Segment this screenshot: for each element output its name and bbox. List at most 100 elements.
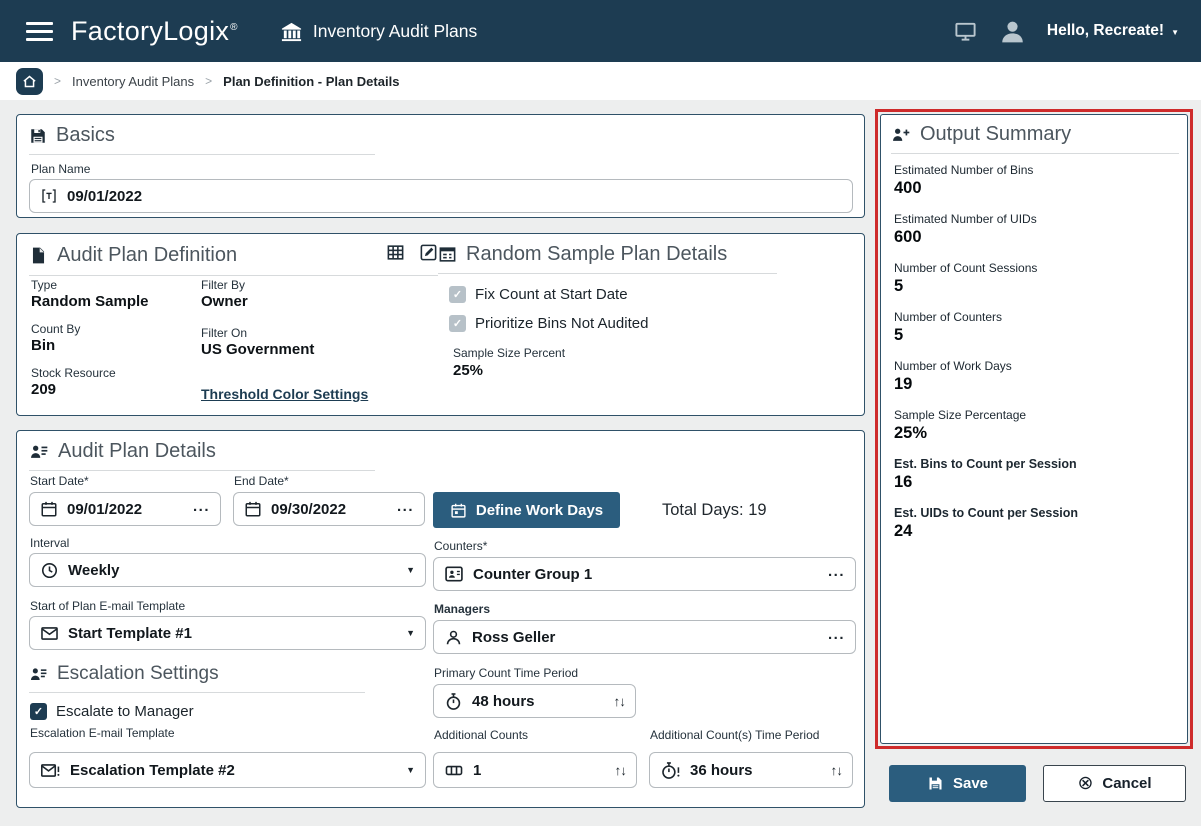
escalation-header: Escalation Settings (29, 663, 365, 693)
floppy-icon (29, 127, 47, 145)
total-days-text: Total Days: 19 (662, 501, 767, 520)
output-summary-highlight: Output Summary Estimated Number of Bins4… (875, 109, 1193, 749)
output-item: Number of Counters5 (894, 310, 1177, 345)
app-logo: FactoryLogix® (71, 16, 238, 47)
details-title: Audit Plan Details (58, 440, 216, 463)
escalation-template-caret-icon: ▼ (406, 765, 415, 775)
start-template-caret-icon: ▼ (406, 628, 415, 638)
fix-count-checkbox-row: ✓ Fix Count at Start Date (449, 286, 628, 303)
breadcrumb-level1[interactable]: Inventory Audit Plans (72, 74, 194, 89)
stock-resource-value: 209 (31, 381, 56, 398)
escalation-template-select[interactable]: Escalation Template #2 ▼ (29, 752, 426, 788)
managers-value: Ross Geller (472, 629, 555, 646)
start-template-label: Start of Plan E-mail Template (30, 599, 185, 613)
additional-period-arrows-icon[interactable]: ↑↓ (831, 763, 843, 778)
output-item: Est. UIDs to Count per Session24 (894, 506, 1177, 541)
escalation-template-label: Escalation E-mail Template (30, 726, 175, 740)
prioritize-checkbox-row: ✓ Prioritize Bins Not Audited (449, 315, 648, 332)
output-item: Estimated Number of Bins400 (894, 163, 1177, 198)
start-date-value: 09/01/2022 (67, 501, 142, 518)
clock-icon (40, 561, 59, 580)
save-button[interactable]: Save (889, 765, 1026, 802)
output-item: Number of Work Days19 (894, 359, 1177, 394)
output-item: Estimated Number of UIDs600 (894, 212, 1177, 247)
escalate-checkbox-row[interactable]: ✓ Escalate to Manager (30, 703, 194, 720)
building-icon (280, 20, 303, 43)
edit-definition-icon[interactable] (419, 243, 438, 268)
counter-icon (444, 761, 464, 780)
counters-input[interactable]: Counter Group 1 ... (433, 557, 856, 591)
start-template-value: Start Template #1 (68, 625, 192, 642)
envelope-icon (40, 624, 59, 643)
additional-counts-stepper[interactable]: 1 ↑↓ (433, 752, 637, 788)
end-date-value: 09/30/2022 (271, 501, 346, 518)
topbar: FactoryLogix® Inventory Audit Plans Hell… (0, 0, 1201, 62)
escalation-template-value: Escalation Template #2 (70, 762, 235, 779)
plan-name-input[interactable]: 09/01/2022 (29, 179, 853, 213)
cancel-button[interactable]: ⊗ Cancel (1043, 765, 1186, 802)
badge-person-icon (444, 564, 464, 584)
sample-size-value: 25% (453, 362, 483, 379)
end-date-calendar-icon (244, 500, 262, 518)
escalate-label: Escalate to Manager (56, 703, 194, 720)
start-date-calendar-icon (40, 500, 58, 518)
additional-counts-arrows-icon[interactable]: ↑↓ (615, 763, 627, 778)
plan-name-value: 09/01/2022 (67, 188, 142, 205)
user-avatar-icon[interactable] (998, 17, 1027, 46)
breadcrumb-separator: > (54, 74, 61, 88)
managers-input[interactable]: Ross Geller ... (433, 620, 856, 654)
definition-title: Audit Plan Definition (57, 244, 237, 267)
end-date-more-button[interactable]: ... (397, 498, 414, 520)
output-item: Est. Bins to Count per Session16 (894, 457, 1177, 492)
primary-period-stepper[interactable]: 48 hours ↑↓ (433, 684, 636, 718)
end-date-input[interactable]: 09/30/2022 ... (233, 492, 425, 526)
form-icon (438, 245, 457, 264)
threshold-color-settings-link[interactable]: Threshold Color Settings (201, 386, 368, 402)
save-floppy-icon (927, 775, 944, 792)
audit-plan-details-card: Audit Plan Details Start Date* End Date*… (16, 430, 865, 808)
remote-display-icon[interactable] (953, 20, 978, 43)
home-icon (22, 74, 37, 89)
stopwatch-alert-icon (660, 761, 681, 780)
view-table-icon[interactable] (386, 243, 405, 268)
additional-counts-value: 1 (473, 762, 481, 779)
additional-period-label: Additional Count(s) Time Period (650, 728, 819, 742)
managers-more-button[interactable]: ... (828, 626, 845, 648)
type-label: Type (31, 278, 57, 292)
fix-count-checkbox: ✓ (449, 286, 466, 303)
interval-value: Weekly (68, 562, 119, 579)
start-date-input[interactable]: 09/01/2022 ... (29, 492, 221, 526)
type-value: Random Sample (31, 293, 149, 310)
counters-more-button[interactable]: ... (828, 563, 845, 585)
interval-select[interactable]: Weekly ▼ (29, 553, 426, 587)
primary-period-arrows-icon[interactable]: ↑↓ (614, 694, 626, 709)
user-menu[interactable]: Hello, Recreate! ▼ (1047, 22, 1179, 40)
count-by-label: Count By (31, 322, 80, 336)
plan-name-label: Plan Name (31, 162, 90, 176)
basics-title: Basics (56, 124, 115, 147)
person-plus-icon (891, 125, 911, 145)
additional-period-stepper[interactable]: 36 hours ↑↓ (649, 752, 853, 788)
stopwatch-icon (444, 692, 463, 711)
menu-icon[interactable] (26, 22, 53, 41)
breadcrumb: > Inventory Audit Plans > Plan Definitio… (0, 62, 1201, 100)
text-cursor-icon (40, 187, 58, 205)
escalate-checkbox[interactable]: ✓ (30, 703, 47, 720)
start-template-select[interactable]: Start Template #1 ▼ (29, 616, 426, 650)
start-date-more-button[interactable]: ... (193, 498, 210, 520)
roster-icon (29, 442, 49, 462)
envelope-alert-icon (40, 761, 61, 780)
additional-period-value: 36 hours (690, 762, 753, 779)
random-sample-header: Random Sample Plan Details (438, 243, 777, 274)
interval-caret-icon: ▼ (406, 565, 415, 575)
interval-label: Interval (30, 536, 69, 550)
home-button[interactable] (16, 68, 43, 95)
output-summary-card: Output Summary Estimated Number of Bins4… (880, 114, 1188, 744)
basics-card: Basics Plan Name 09/01/2022 (16, 114, 865, 218)
definition-header: Audit Plan Definition (29, 243, 438, 276)
primary-period-label: Primary Count Time Period (434, 666, 578, 680)
count-by-value: Bin (31, 337, 55, 354)
person-icon (444, 628, 463, 647)
define-work-days-button[interactable]: Define Work Days (433, 492, 620, 528)
calendar-day-icon (450, 502, 467, 519)
